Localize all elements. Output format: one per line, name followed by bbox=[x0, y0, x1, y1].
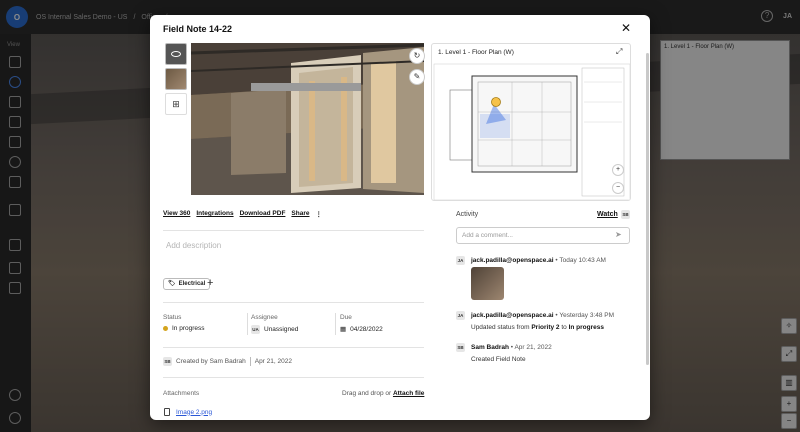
due-value: 04/28/2022 bbox=[350, 325, 383, 333]
activity-time: • Apr 21, 2022 bbox=[510, 344, 552, 351]
activity-header: Sam Badrah • Apr 21, 2022 bbox=[471, 344, 552, 351]
floor-plan-drawing bbox=[433, 63, 630, 200]
status-select[interactable]: In progress bbox=[163, 325, 205, 332]
field-note-modal: Field Note 14-22 ✕ ⊞ ↻ ✎ View 360 Integr… bbox=[150, 15, 650, 420]
thumbnail-360[interactable] bbox=[165, 43, 187, 65]
eye-icon bbox=[171, 51, 181, 57]
integrations-link[interactable]: Integrations bbox=[196, 210, 233, 218]
field-separator bbox=[335, 313, 336, 335]
activity-user: jack.padilla@openspace.ai bbox=[471, 257, 554, 264]
activity-text: Updated status from Priority 2 to In pro… bbox=[471, 324, 604, 331]
due-label: Due bbox=[340, 314, 352, 321]
floor-plan-title: 1. Level 1 - Floor Plan (W) bbox=[438, 49, 514, 56]
status-label: Status bbox=[163, 314, 182, 321]
tag-chip[interactable]: 🏷 Electrical bbox=[163, 278, 211, 290]
download-pdf-link[interactable]: Download PDF bbox=[240, 210, 286, 218]
activity-header: jack.padilla@openspace.ai • Today 10:43 … bbox=[471, 257, 606, 264]
divider bbox=[163, 302, 424, 303]
tag-label: Electrical bbox=[178, 281, 206, 287]
assignee-select[interactable]: UA Unassigned bbox=[251, 325, 298, 334]
activity-text-a: Updated status from bbox=[471, 324, 530, 331]
watcher-avatar: SB bbox=[621, 210, 630, 219]
attachment-link[interactable]: Image 2.png bbox=[176, 409, 212, 416]
attachment-item[interactable]: Image 2.png bbox=[164, 408, 212, 416]
activity-time: • Yesterday 3:48 PM bbox=[555, 312, 615, 319]
more-options-icon[interactable]: ⋮ bbox=[316, 210, 323, 218]
attach-file-link[interactable]: Attach file bbox=[393, 390, 424, 397]
floor-plan-panel[interactable]: 1. Level 1 - Floor Plan (W) ⤢ + − bbox=[431, 43, 631, 201]
calendar-icon: ▦ bbox=[340, 326, 347, 333]
status-dot-icon bbox=[163, 326, 168, 331]
activity-avatar: JA bbox=[456, 311, 465, 320]
activity-user: jack.padilla@openspace.ai bbox=[471, 312, 554, 319]
view-360-link[interactable]: View 360 bbox=[163, 210, 190, 218]
thumbnail-photo[interactable] bbox=[165, 68, 187, 90]
tag-icon: 🏷 bbox=[168, 281, 176, 287]
activity-to: In progress bbox=[568, 324, 604, 331]
divider bbox=[163, 230, 424, 231]
activity-header: jack.padilla@openspace.ai • Yesterday 3:… bbox=[471, 312, 614, 319]
modal-title: Field Note 14-22 bbox=[163, 24, 233, 34]
creator-avatar: SB bbox=[163, 357, 172, 366]
divider bbox=[163, 347, 424, 348]
attach-hint: Drag and drop or Attach file bbox=[342, 390, 424, 397]
markup-icon[interactable]: ✎ bbox=[409, 69, 425, 85]
assignee-avatar: UA bbox=[251, 325, 260, 334]
activity-time: • Today 10:43 AM bbox=[555, 257, 606, 264]
activity-text-b: to bbox=[561, 324, 567, 331]
activity-photo-thumbnail[interactable] bbox=[471, 267, 504, 300]
modal-scrollbar[interactable] bbox=[646, 53, 649, 365]
expand-icon[interactable]: ⤢ bbox=[616, 47, 622, 57]
zoom-out-icon[interactable]: − bbox=[612, 182, 624, 194]
activity-user: Sam Badrah bbox=[471, 344, 509, 351]
field-note-pin-icon[interactable] bbox=[491, 97, 501, 107]
media-thumbnails: ⊞ bbox=[165, 43, 189, 118]
action-links: View 360 Integrations Download PDF Share… bbox=[163, 210, 322, 218]
divider bbox=[163, 377, 424, 378]
field-separator bbox=[247, 313, 248, 335]
comment-input[interactable] bbox=[456, 227, 630, 244]
assignee-value: Unassigned bbox=[264, 326, 299, 333]
close-icon[interactable]: ✕ bbox=[620, 22, 632, 34]
created-info: SB Created by Sam Badrah Apr 21, 2022 bbox=[163, 357, 292, 366]
created-by: Created by Sam Badrah bbox=[176, 358, 246, 365]
zoom-in-icon[interactable]: + bbox=[612, 164, 624, 176]
field-note-photo[interactable] bbox=[191, 43, 424, 195]
send-icon[interactable]: ➤ bbox=[615, 230, 622, 239]
share-link[interactable]: Share bbox=[291, 210, 309, 218]
attachments-label: Attachments bbox=[163, 390, 200, 397]
activity-avatar: JA bbox=[456, 256, 465, 265]
file-icon bbox=[164, 408, 170, 416]
created-date: Apr 21, 2022 bbox=[254, 358, 292, 365]
activity-label: Activity bbox=[456, 211, 479, 218]
activity-from: Priority 2 bbox=[531, 324, 560, 331]
activity-text: Created Field Note bbox=[471, 356, 526, 363]
assignee-label: Assignee bbox=[251, 314, 278, 321]
rotate-icon[interactable]: ↻ bbox=[409, 48, 425, 64]
due-date-picker[interactable]: ▦ 04/28/2022 bbox=[340, 325, 383, 334]
description-input[interactable]: Add description bbox=[166, 241, 221, 250]
attach-hint-text: Drag and drop or bbox=[342, 390, 392, 397]
activity-avatar: SB bbox=[456, 343, 465, 352]
watch-link[interactable]: Watch bbox=[597, 211, 618, 218]
status-value: In progress bbox=[172, 325, 205, 332]
add-tag-button[interactable]: + bbox=[207, 277, 213, 289]
add-media-icon[interactable]: ⊞ bbox=[165, 93, 187, 115]
construction-scene-image bbox=[191, 43, 424, 195]
